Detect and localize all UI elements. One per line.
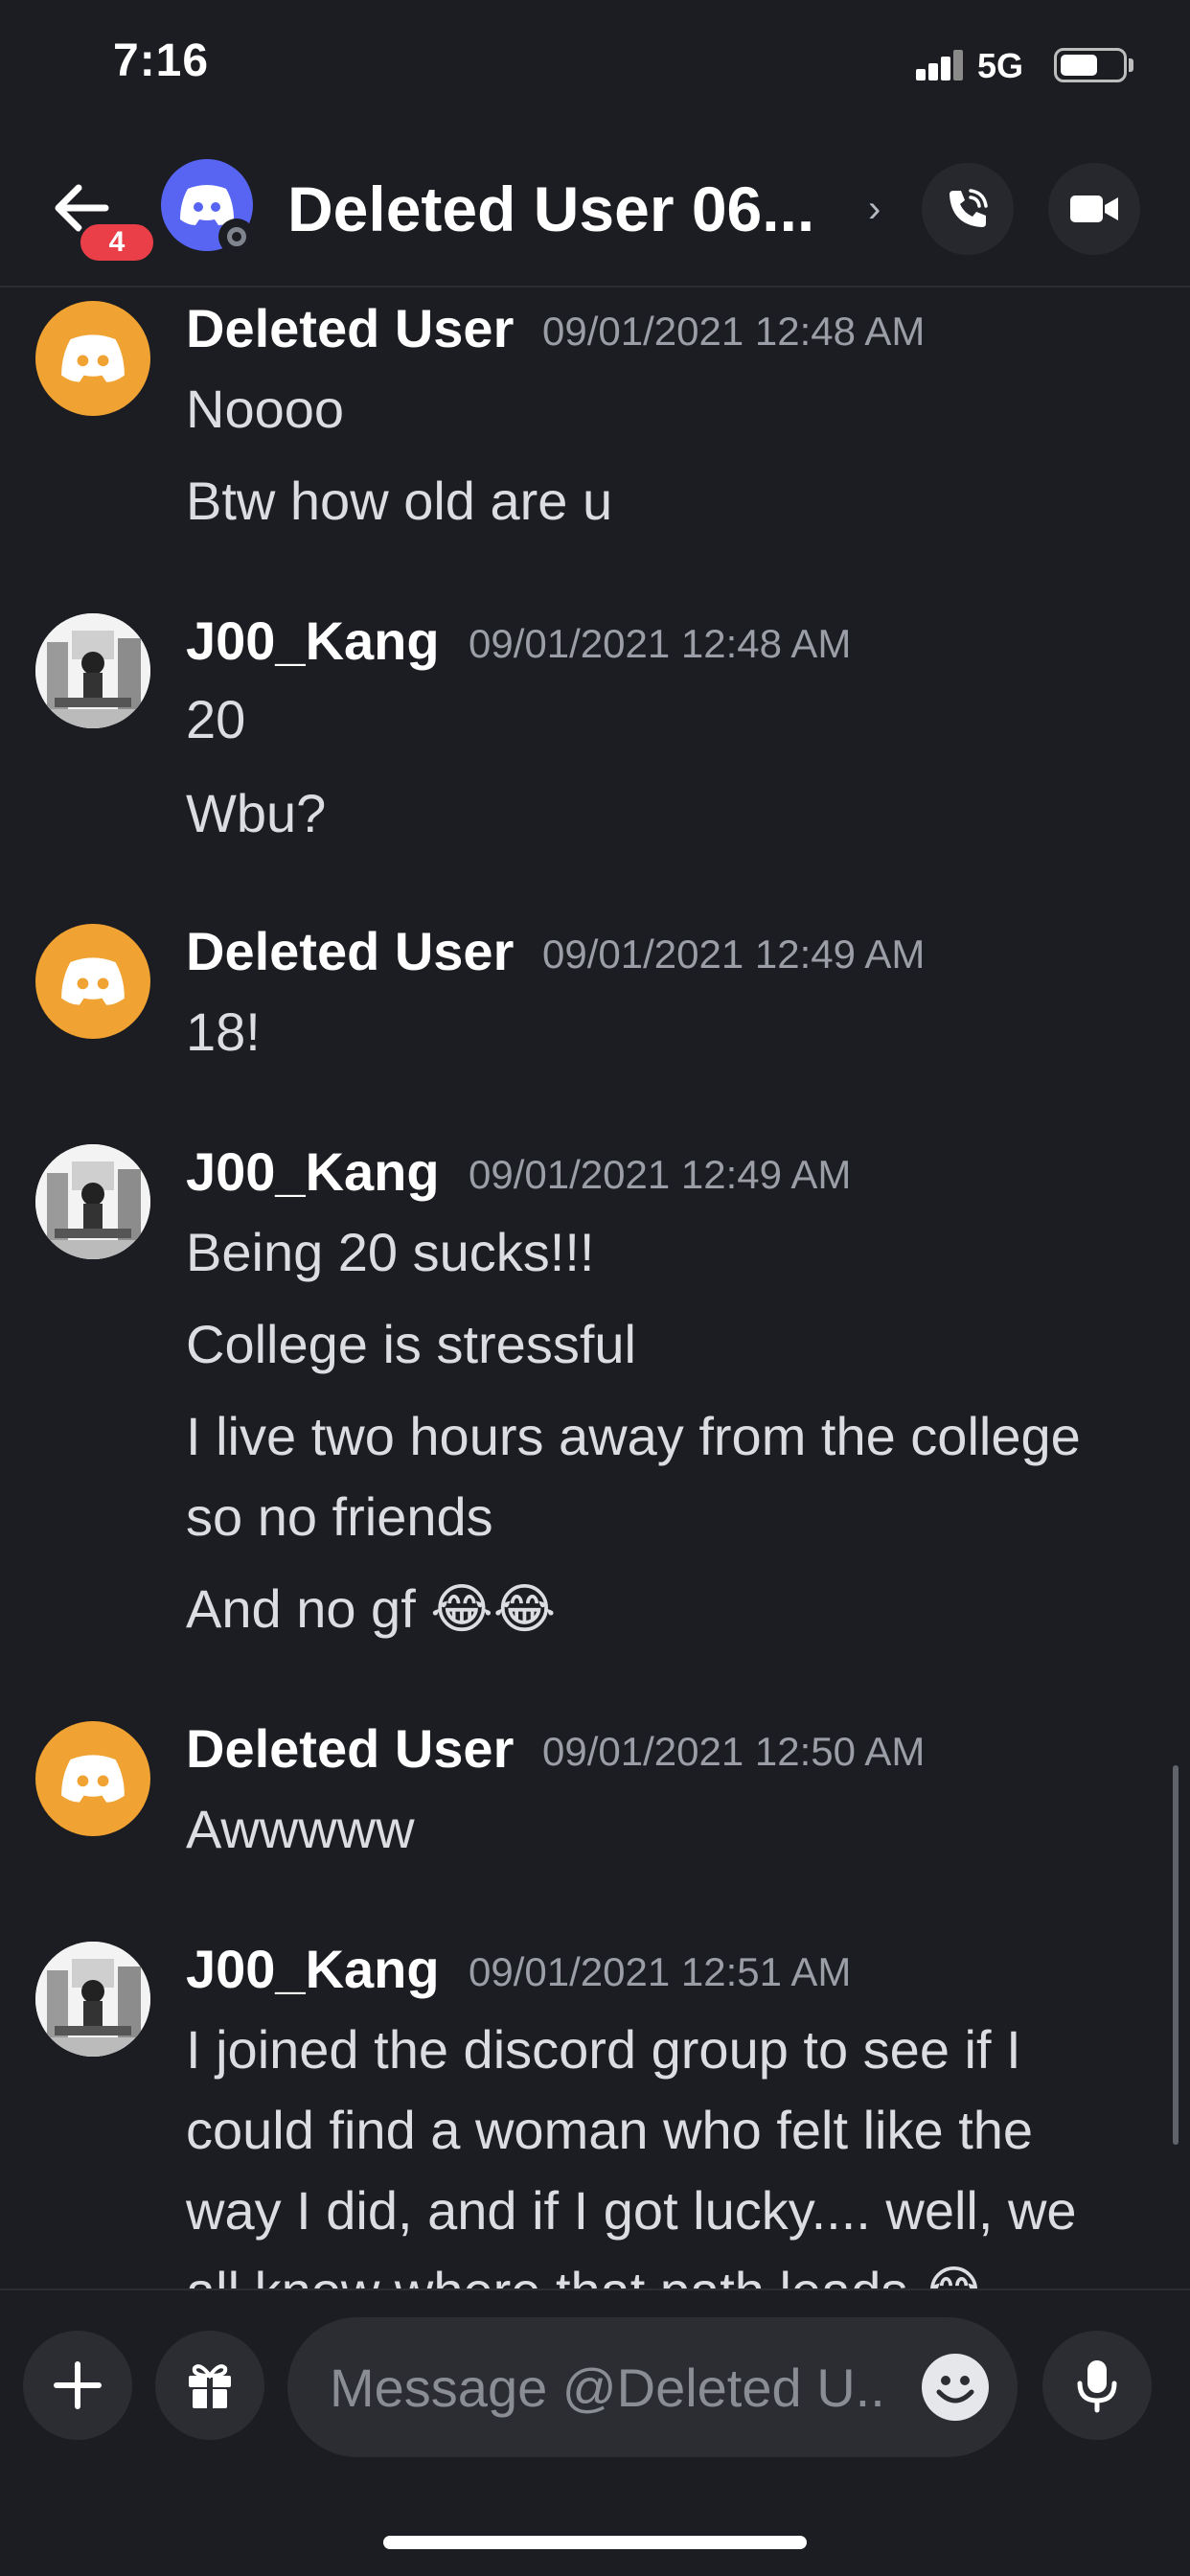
cellular-signal-icon	[916, 50, 964, 80]
message-author[interactable]: Deleted User	[186, 1717, 514, 1780]
battery-tip	[1129, 58, 1133, 72]
user-photo-icon	[35, 1942, 150, 2057]
home-indicator[interactable]	[383, 2536, 807, 2549]
message-timestamp: 09/01/2021 12:49 AM	[469, 1152, 852, 1197]
network-type: 5G	[977, 46, 1024, 85]
user-photo-icon	[35, 613, 150, 728]
message-text[interactable]: Btw how old are u	[186, 470, 612, 532]
message-text[interactable]: Awwwww	[186, 1798, 415, 1860]
phone-call-icon	[950, 189, 988, 227]
unread-badge: 4	[77, 220, 157, 264]
message-list[interactable]: Deleted User 09/01/2021 12:48 AM Noooo B…	[0, 289, 1190, 2288]
voice-message-button[interactable]	[1042, 2331, 1152, 2440]
video-call-button[interactable]	[1048, 163, 1140, 255]
message-text[interactable]: College is stressful	[186, 1313, 636, 1375]
message-text[interactable]: I joined the discord group to see if I	[186, 2018, 1021, 2081]
message-author[interactable]: J00_Kang	[186, 1938, 440, 2000]
status-bar: 7:16 5G	[0, 0, 1190, 134]
add-attachment-button[interactable]	[23, 2331, 132, 2440]
message-input[interactable]	[330, 2317, 895, 2457]
message-author[interactable]: Deleted User	[186, 920, 514, 982]
user-photo-avatar[interactable]	[35, 613, 150, 728]
emoji-button[interactable]	[922, 2354, 989, 2421]
discord-default-avatar[interactable]	[35, 1721, 150, 1836]
message-text[interactable]: so no friends	[186, 1485, 493, 1548]
user-photo-icon	[35, 1144, 150, 1259]
offline-status-icon	[218, 218, 255, 255]
discord-logo-icon	[61, 1755, 125, 1803]
message-text[interactable]: 20	[186, 688, 245, 750]
chat-title[interactable]: Deleted User 06...	[287, 172, 814, 245]
message-text[interactable]: 18!	[186, 1000, 261, 1063]
user-photo-avatar[interactable]	[35, 1942, 150, 2057]
discord-logo-icon	[61, 334, 125, 382]
gift-icon	[189, 2364, 231, 2408]
chat-header: 4 Deleted User 06... ›	[0, 134, 1190, 288]
message-author[interactable]: J00_Kang	[186, 610, 440, 672]
voice-call-button[interactable]	[922, 163, 1014, 255]
message-composer	[0, 2288, 1190, 2576]
discord-logo-icon	[61, 957, 125, 1005]
message-text[interactable]: all know where that path leads 😂	[186, 2260, 985, 2288]
message-text[interactable]: way I did, and if I got lucky.... well, …	[186, 2179, 1077, 2242]
chevron-right-icon[interactable]: ›	[868, 188, 881, 231]
user-photo-avatar[interactable]	[35, 1144, 150, 1259]
status-time: 7:16	[113, 35, 210, 86]
message-input-wrapper	[287, 2317, 1018, 2457]
discord-default-avatar[interactable]	[35, 301, 150, 416]
message-timestamp: 09/01/2021 12:50 AM	[542, 1729, 926, 1774]
message-timestamp: 09/01/2021 12:48 AM	[542, 309, 926, 354]
gift-button[interactable]	[155, 2331, 264, 2440]
message-author[interactable]: Deleted User	[186, 297, 514, 359]
video-camera-icon	[1070, 196, 1118, 222]
discord-default-avatar[interactable]	[35, 924, 150, 1039]
smiley-icon	[936, 2376, 974, 2404]
plus-icon	[54, 2361, 102, 2409]
battery-icon	[1054, 48, 1127, 82]
message-text[interactable]: Being 20 sucks!!!	[186, 1221, 594, 1283]
message-text[interactable]: could find a woman who felt like the	[186, 2099, 1033, 2161]
message-timestamp: 09/01/2021 12:51 AM	[469, 1949, 852, 1994]
message-timestamp: 09/01/2021 12:49 AM	[542, 932, 926, 977]
message-timestamp: 09/01/2021 12:48 AM	[469, 621, 852, 666]
microphone-icon	[1077, 2360, 1117, 2413]
message-author[interactable]: J00_Kang	[186, 1140, 440, 1203]
message-text[interactable]: I live two hours away from the college	[186, 1405, 1081, 1467]
scrollbar[interactable]	[1173, 1765, 1179, 2145]
message-text[interactable]: And no gf 😂😂	[186, 1577, 556, 1641]
message-text[interactable]: Wbu?	[186, 782, 326, 844]
message-text[interactable]: Noooo	[186, 378, 344, 440]
